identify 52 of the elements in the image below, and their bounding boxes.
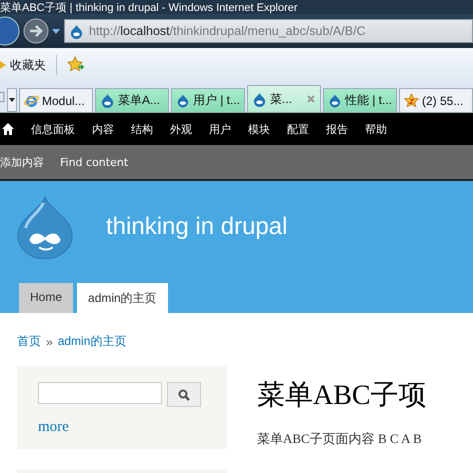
drop-icon [100, 93, 115, 108]
drop-icon [252, 92, 267, 106]
address-field[interactable]: http://localhost/thinkindrupal/menu_abc/sub/A/B/C [64, 19, 473, 43]
admin-menu-item[interactable]: 内容 [92, 122, 114, 136]
search-icon [178, 388, 190, 400]
add-favorite-icon[interactable] [67, 56, 85, 74]
star-icon [404, 93, 419, 108]
browser-tab[interactable]: Modul... [19, 88, 93, 112]
browser-tab[interactable]: (2) 55... [399, 88, 473, 112]
admin-menu-item[interactable]: 报告 [326, 122, 348, 136]
tab-label: Modul... [42, 94, 85, 108]
tab-label: 菜... [270, 90, 292, 108]
forward-button[interactable] [23, 18, 49, 44]
admin-menu-item[interactable]: 外观 [170, 122, 192, 136]
drupal-logo[interactable] [16, 195, 74, 259]
drop-icon [328, 93, 342, 108]
favorites-button[interactable]: 收藏夹 [0, 56, 46, 74]
nav-tab[interactable]: Home [19, 283, 74, 313]
tab-list-button[interactable] [7, 88, 17, 112]
home-icon[interactable] [2, 123, 14, 135]
browser-tab[interactable]: 用户 | t... [171, 88, 245, 112]
tab-label: 用户 | t... [192, 92, 240, 109]
tab-label: 菜单A... [118, 92, 160, 109]
breadcrumb-link[interactable]: 首页 [17, 333, 41, 350]
admin-menu-item[interactable]: 配置 [287, 122, 309, 136]
admin-menu-item[interactable]: 用户 [209, 122, 231, 136]
search-field[interactable] [38, 382, 162, 404]
window-title: 菜单ABC子项 | thinking in drupal - Windows Internet Explorer [0, 0, 298, 14]
caret-icon [9, 98, 16, 102]
admin-menu-item[interactable]: 信息面板 [31, 122, 75, 136]
shortcut-link[interactable]: Find content [60, 156, 128, 168]
search-button[interactable] [167, 382, 201, 407]
browser-tab[interactable]: 菜单A... [95, 88, 169, 112]
nav-tab[interactable]: admin的主页 [77, 283, 168, 313]
browser-tab[interactable]: 性能 | t... [323, 88, 397, 112]
admin-menu-item[interactable]: 帮助 [365, 122, 387, 136]
body-text: 菜单ABC子页面内容 B C A B [257, 430, 423, 448]
admin-menu-item[interactable]: 结构 [131, 122, 153, 136]
e-logo-icon [24, 93, 39, 108]
breadcrumb-link[interactable]: admin的主页 [58, 333, 126, 350]
history-dropdown-icon[interactable] [52, 28, 60, 34]
browser-tab[interactable]: 菜... [247, 85, 321, 112]
page-title: 菜单ABC子项 [257, 379, 427, 413]
shortcut-link[interactable]: 添加内容 [0, 154, 44, 170]
back-button[interactable] [0, 16, 20, 46]
tab-label: (2) 55... [422, 94, 464, 108]
more-link[interactable]: more [38, 419, 69, 436]
drop-icon [176, 93, 190, 108]
breadcrumb-separator: » [46, 334, 53, 348]
admin-menu-item[interactable]: 模块 [248, 122, 270, 136]
tab-label: 性能 | t... [344, 92, 392, 109]
drop-icon [69, 24, 84, 38]
